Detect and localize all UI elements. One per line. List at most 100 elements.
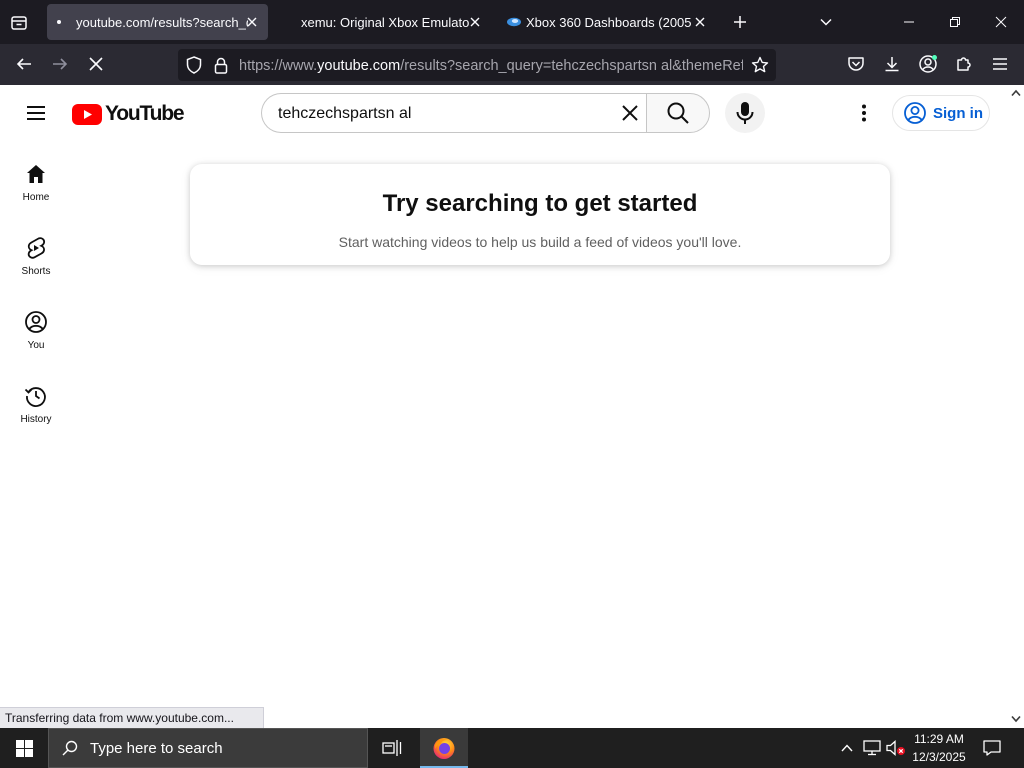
chevron-up-icon (1011, 89, 1021, 97)
action-center-button[interactable] (976, 728, 1008, 768)
sidebar-item-label: History (20, 414, 52, 425)
sidebar-item-label: Home (22, 192, 50, 203)
url-host: youtube.com (317, 58, 401, 74)
taskbar-clock[interactable]: 11:29 AM 12/3/2025 (906, 730, 972, 766)
minimize-button[interactable] (886, 0, 932, 44)
voice-search-button[interactable] (725, 93, 765, 133)
tracking-protection-icon[interactable] (183, 54, 205, 76)
forward-button[interactable] (45, 49, 75, 79)
list-all-tabs-button[interactable] (814, 10, 838, 34)
sidebar-item-shorts[interactable]: Shorts (4, 236, 68, 306)
url-text[interactable]: https://www.youtube.com/results?search_q… (239, 56, 743, 76)
url-prefix: https://www. (239, 58, 318, 74)
arrow-right-icon (53, 58, 68, 70)
you-icon (25, 311, 47, 333)
chevron-down-icon (1011, 715, 1021, 723)
chevron-down-icon (820, 18, 832, 26)
chevron-up-icon (841, 744, 853, 752)
tab-title: xemu: Original Xbox Emulator (301, 14, 469, 30)
taskbar-search-placeholder: Type here to search (90, 739, 223, 757)
sidebar-item-label: Shorts (21, 266, 51, 277)
extensions-button[interactable] (949, 49, 979, 79)
start-button[interactable] (0, 728, 48, 768)
url-path: /results?search_query=tehczechspartsn al… (400, 58, 743, 74)
tab-xbox-dashboards[interactable]: Xbox 360 Dashboards (2005-20 (498, 4, 718, 40)
volume-button[interactable] (884, 728, 908, 768)
windows-logo-icon (15, 739, 33, 757)
settings-more-button[interactable] (848, 97, 880, 129)
close-window-button[interactable] (978, 0, 1024, 44)
home-icon (27, 165, 45, 183)
minimize-icon (904, 21, 914, 23)
stop-button[interactable] (81, 49, 111, 79)
youtube-logo-text: YouTube (105, 102, 185, 125)
puzzle-icon (957, 57, 971, 71)
notification-icon (983, 740, 1001, 756)
tab-loading-icon (55, 18, 63, 26)
pocket-icon (848, 57, 864, 71)
scrollbar-down-arrow[interactable] (1009, 712, 1023, 726)
clock-date: 12/3/2025 (912, 750, 966, 764)
history-icon (24, 387, 46, 407)
network-icon (863, 740, 881, 756)
search-icon (667, 102, 689, 124)
hamburger-icon (27, 106, 45, 120)
tab-close-icon[interactable] (690, 12, 710, 32)
prompt-subtitle: Start watching videos to help us build a… (338, 234, 742, 250)
clear-search-button[interactable] (614, 97, 646, 129)
arrow-left-icon (16, 58, 31, 70)
task-view-button[interactable] (372, 728, 412, 768)
new-tab-button[interactable] (728, 10, 752, 34)
scrollbar-up-arrow[interactable] (1009, 86, 1023, 100)
downloads-button[interactable] (877, 49, 907, 79)
status-panel: Transferring data from www.youtube.com..… (0, 707, 264, 728)
pocket-button[interactable] (841, 49, 871, 79)
account-button[interactable] (913, 49, 943, 79)
network-button[interactable] (860, 728, 884, 768)
site-favicon-icon (506, 16, 522, 28)
search-input[interactable] (278, 103, 598, 125)
sidebar-item-you[interactable]: You (4, 310, 68, 380)
sidebar-item-history[interactable]: History (4, 384, 68, 454)
back-button[interactable] (9, 49, 39, 79)
microphone-icon (736, 102, 754, 124)
all-tabs-button[interactable] (6, 10, 32, 36)
tab-title: Xbox 360 Dashboards (2005-20 (526, 14, 692, 30)
tab-close-icon[interactable] (465, 12, 485, 32)
sign-in-label: Sign in (933, 104, 983, 122)
sidebar-item-label: You (27, 340, 45, 351)
close-icon (995, 16, 1007, 28)
tab-xemu[interactable]: xemu: Original Xbox Emulator (276, 4, 492, 40)
close-icon (622, 105, 638, 121)
guide-menu-button[interactable] (20, 97, 52, 129)
tab-close-icon[interactable] (242, 12, 262, 32)
task-view-icon (382, 740, 402, 756)
sign-in-button[interactable]: Sign in (892, 95, 990, 131)
close-icon (89, 57, 103, 71)
app-menu-button[interactable] (985, 49, 1015, 79)
youtube-logo[interactable]: YouTube (72, 99, 185, 129)
firefox-icon (433, 738, 455, 759)
tab-title: youtube.com/results?search_qu (76, 14, 248, 30)
account-circle-icon (904, 102, 926, 124)
more-vertical-icon (862, 104, 866, 122)
clock-time: 11:29 AM (914, 732, 964, 746)
youtube-play-icon (72, 103, 102, 125)
shorts-icon (27, 237, 46, 259)
tab-list-icon (11, 16, 27, 30)
bookmark-star-button[interactable] (749, 54, 771, 76)
sidebar-item-home[interactable]: Home (4, 162, 68, 232)
star-icon (751, 56, 769, 73)
taskbar-search-box[interactable]: Type here to search (48, 728, 368, 768)
download-icon (885, 57, 899, 72)
account-icon (919, 55, 937, 73)
hamburger-icon (993, 58, 1007, 70)
search-icon (62, 740, 78, 756)
search-button[interactable] (646, 93, 710, 133)
firefox-taskbar-button[interactable] (420, 728, 468, 768)
volume-muted-icon (886, 740, 905, 756)
restore-button[interactable] (932, 0, 978, 44)
tab-youtube-results[interactable]: youtube.com/results?search_qu (47, 4, 268, 40)
lock-icon[interactable] (211, 54, 231, 76)
show-hidden-icons-button[interactable] (836, 728, 858, 768)
